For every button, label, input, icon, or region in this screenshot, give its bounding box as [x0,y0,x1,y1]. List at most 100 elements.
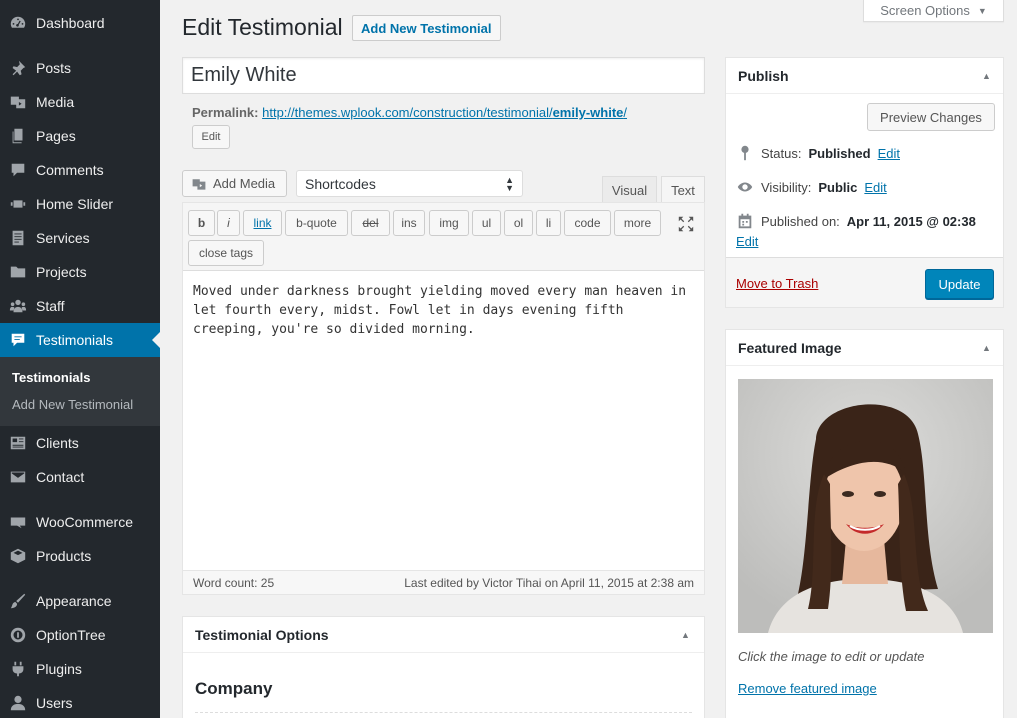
sidebar-item-contact[interactable]: Contact [0,460,160,494]
sidebar-item-label: Contact [36,469,85,485]
staff-icon [0,297,36,315]
sidebar-item-pages[interactable]: Pages [0,119,160,153]
sidebar-item-label: Products [36,548,92,564]
sidebar-item-testimonials[interactable]: Testimonials [0,323,160,357]
fullscreen-icon[interactable] [677,215,695,233]
sidebar-item-staff[interactable]: Staff [0,289,160,323]
qt-close-tags-button[interactable]: close tags [188,240,264,266]
update-button[interactable]: Update [925,269,994,299]
sidebar-item-label: Posts [36,60,72,76]
edit-date-link[interactable]: Edit [736,234,758,249]
featured-image-title[interactable]: Featured Image [726,330,1003,366]
sidebar-item-woocommerce[interactable]: WooCommerce [0,505,160,539]
sidebar-item-posts[interactable]: Posts [0,51,160,85]
publish-title[interactable]: Publish [726,58,1003,94]
testimonial-icon [0,331,36,349]
permalink-link[interactable]: http://themes.wplook.com/construction/te… [262,105,627,120]
qt-link-button[interactable]: link [243,210,282,236]
screen-options-button[interactable]: Screen Options ▼ [863,0,1004,22]
qt-blockquote-button[interactable]: b-quote [285,210,348,236]
select-arrows-icon: ▲ ▼ [505,174,514,193]
word-count: Word count: 25 [193,576,275,590]
qt-bold-button[interactable]: b [188,210,215,236]
permalink-base: http://themes.wplook.com/construction/te… [262,105,553,120]
add-media-label: Add Media [213,176,276,191]
add-media-button[interactable]: Add Media [182,170,287,197]
sidebar-item-projects[interactable]: Projects [0,255,160,289]
testimonial-options-title[interactable]: Testimonial Options [183,617,704,653]
sidebar-item-dashboard[interactable]: Dashboard [0,6,160,40]
sidebar-item-clients[interactable]: Clients [0,426,160,460]
sidebar-item-appearance[interactable]: Appearance [0,584,160,618]
tab-visual[interactable]: Visual [602,176,657,203]
shortcodes-value: Shortcodes [305,175,376,192]
edit-visibility-link[interactable]: Edit [864,180,886,195]
sidebar-item-products[interactable]: Products [0,539,160,573]
publish-actions: Move to Trash Update [726,257,1003,307]
sidebar-item-label: OptionTree [36,627,106,643]
remove-featured-image-link[interactable]: Remove featured image [738,681,877,696]
tab-text[interactable]: Text [661,176,705,204]
sidebar-item-label: Projects [36,264,87,280]
qt-ul-button[interactable]: ul [472,210,501,236]
sidebar-item-optiontree[interactable]: OptionTree [0,618,160,652]
featured-image[interactable] [738,379,993,633]
published-label: Published on: [761,213,840,229]
qt-li-button[interactable]: li [536,210,561,236]
toggle-panel-icon[interactable]: ▲ [982,343,991,353]
content-editor: b i link b-quote del ins img ul ol li co… [182,202,705,595]
page-title: Edit Testimonial [182,14,343,40]
permalink-edit-button[interactable]: Edit [192,125,230,149]
sidebar-item-users[interactable]: Users [0,686,160,718]
company-label: Company [195,679,273,698]
shortcodes-select[interactable]: Shortcodes ▲ ▼ [296,170,523,197]
editor-statusbar: Word count: 25 Last edited by Victor Tih… [183,570,704,594]
sidebar-item-label: Testimonials [36,332,114,348]
status-row: Status: Published Edit [736,144,900,162]
sidebar-item-plugins[interactable]: Plugins [0,652,160,686]
qt-code-button[interactable]: code [564,210,611,236]
permalink-slug: emily-white [552,105,624,120]
toggle-panel-icon[interactable]: ▲ [681,630,690,640]
sidebar-item-label: Services [36,230,90,246]
status-label: Status: [761,145,802,161]
submenu-testimonials[interactable]: Testimonials [12,370,91,385]
qt-del-button[interactable]: del [351,210,390,236]
edit-status-link[interactable]: Edit [878,146,900,161]
portrait-photo [738,379,993,633]
sidebar-item-label: Comments [36,162,104,178]
user-icon [0,694,36,712]
qt-more-button[interactable]: more [614,210,661,236]
content-textarea[interactable]: Moved under darkness brought yielding mo… [193,282,698,339]
move-to-trash-link[interactable]: Move to Trash [736,276,818,291]
sidebar-item-label: Dashboard [36,15,105,31]
published-value: Apr 11, 2015 @ 02:38 [846,213,976,229]
visibility-row: Visibility: Public Edit [736,178,887,196]
sidebar-item-services[interactable]: Services [0,221,160,255]
pin-icon [0,59,36,77]
sidebar-item-home-slider[interactable]: Home Slider [0,187,160,221]
post-title-input[interactable]: Emily White [182,57,705,94]
divider [195,712,692,713]
slider-icon [0,195,36,213]
sidebar-item-label: Home Slider [36,196,114,212]
admin-sidebar: Dashboard Posts Media Pages Comments Hom… [0,0,160,718]
qt-img-button[interactable]: img [429,210,469,236]
qt-ol-button[interactable]: ol [504,210,533,236]
submenu-add-new-testimonial[interactable]: Add New Testimonial [12,397,133,412]
featured-image-box: Featured Image ▲ Click the image to edit… [725,329,1004,718]
media-icon [192,178,206,190]
clients-icon [0,434,36,452]
qt-italic-button[interactable]: i [217,210,240,236]
preview-changes-button[interactable]: Preview Changes [867,103,995,131]
add-new-testimonial-button[interactable]: Add New Testimonial [352,15,501,41]
sidebar-item-media[interactable]: Media [0,85,160,119]
qt-ins-button[interactable]: ins [393,210,425,236]
visibility-label: Visibility: [761,179,812,195]
eye-icon [737,182,753,192]
caret-down-icon: ▼ [977,5,987,16]
last-edited: Last edited by Victor Tihai on April 11,… [404,576,694,590]
dashboard-icon [0,14,36,32]
sidebar-item-comments[interactable]: Comments [0,153,160,187]
toggle-panel-icon[interactable]: ▲ [982,71,991,81]
